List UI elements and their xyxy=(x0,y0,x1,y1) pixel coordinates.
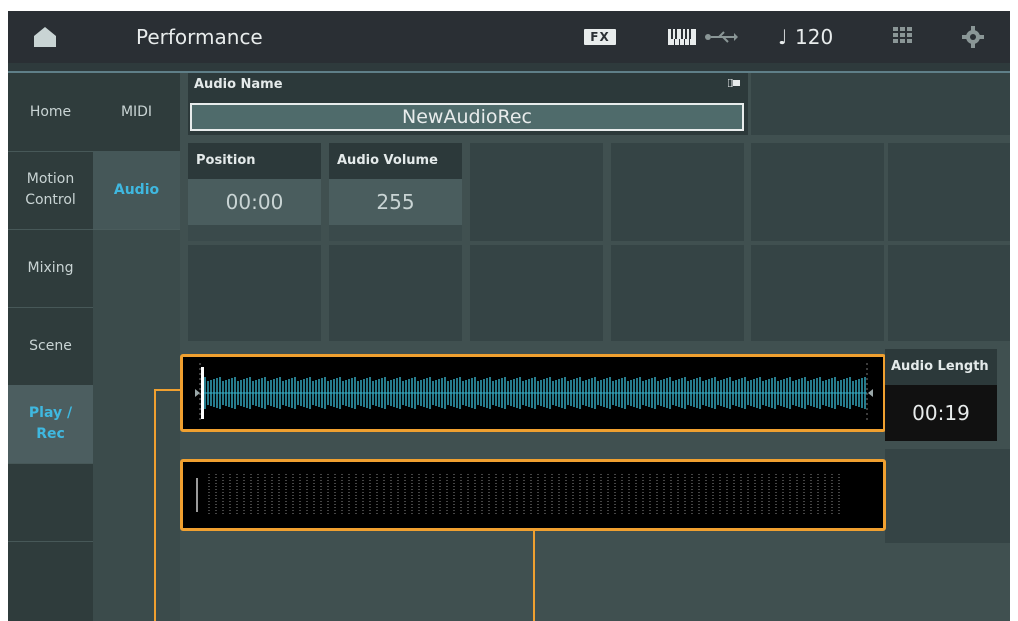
audio-volume-label: Audio Volume xyxy=(329,143,462,179)
nav-item-empty-2 xyxy=(8,541,93,621)
callout-line xyxy=(533,529,535,621)
nav-label: Play / Rec xyxy=(28,405,73,442)
waveform-overview xyxy=(196,474,840,516)
sub-nav: MIDI Audio xyxy=(93,73,180,621)
nav-item-home[interactable]: Home xyxy=(8,73,93,152)
home-icon[interactable] xyxy=(32,25,58,49)
audio-volume-param[interactable]: Audio Volume 255 xyxy=(329,143,462,241)
tempo-value[interactable]: 120 xyxy=(795,25,833,49)
audio-length-param: Audio Length 00:19 xyxy=(885,349,997,441)
subnav-item-midi[interactable]: MIDI xyxy=(93,73,180,152)
empty-cell xyxy=(888,143,1010,241)
usb-icon xyxy=(705,31,738,43)
nav-label: Mixing xyxy=(27,259,74,276)
callout-line xyxy=(156,389,182,391)
position-label: Position xyxy=(188,143,321,179)
position-value[interactable]: 00:00 xyxy=(188,179,321,225)
end-marker-icon xyxy=(868,389,873,397)
synth-screen: Performance FX ♩ 120 Home Motion Control… xyxy=(8,11,1010,621)
page-title: Performance xyxy=(136,25,263,49)
start-marker-icon xyxy=(195,389,200,397)
audio-name-field[interactable]: NewAudioRec xyxy=(190,103,744,131)
subnav-label: Audio xyxy=(113,182,160,198)
nav-item-play-rec[interactable]: Play / Rec xyxy=(8,385,93,464)
note-icon: ♩ xyxy=(778,25,788,49)
empty-cell xyxy=(188,245,321,341)
callout-line xyxy=(154,389,156,621)
empty-cell xyxy=(888,245,1010,341)
text-edit-icon xyxy=(728,79,740,87)
audio-volume-value[interactable]: 255 xyxy=(329,179,462,225)
grid-icon[interactable] xyxy=(893,27,913,47)
empty-cell xyxy=(470,245,603,341)
empty-cell xyxy=(611,143,744,241)
audio-overview-display[interactable] xyxy=(180,459,886,531)
subnav-label: MIDI xyxy=(120,104,153,120)
audio-name-panel: Audio Name NewAudioRec xyxy=(188,73,748,135)
empty-cell xyxy=(611,245,744,341)
gear-icon[interactable] xyxy=(962,26,984,48)
subnav-item-audio[interactable]: Audio xyxy=(93,151,180,230)
position-param[interactable]: Position 00:00 xyxy=(188,143,321,241)
nav-item-motion-control[interactable]: Motion Control xyxy=(8,151,93,230)
keyboard-icon[interactable] xyxy=(668,29,696,45)
empty-cell xyxy=(470,143,603,241)
nav-label: Scene xyxy=(29,337,72,354)
nav-label: Motion Control xyxy=(25,171,76,208)
left-nav: Home Motion Control Mixing Scene Play / … xyxy=(8,73,93,621)
nav-item-empty-1 xyxy=(8,463,93,542)
empty-cell xyxy=(885,449,1010,543)
audio-length-label: Audio Length xyxy=(885,349,997,385)
nav-item-mixing[interactable]: Mixing xyxy=(8,229,93,308)
waveform xyxy=(195,363,873,423)
empty-cell xyxy=(751,143,884,241)
top-bar-divider xyxy=(8,63,1010,73)
nav-item-scene[interactable]: Scene xyxy=(8,307,93,386)
empty-cell xyxy=(751,245,884,341)
nav-label: Home xyxy=(29,103,72,120)
audio-waveform-display[interactable] xyxy=(180,354,886,432)
top-bar: Performance FX ♩ 120 xyxy=(8,11,1010,63)
fx-icon[interactable]: FX xyxy=(584,29,616,45)
playhead-marker xyxy=(201,367,204,419)
audio-length-value: 00:19 xyxy=(885,385,997,441)
audio-name-label: Audio Name xyxy=(194,77,283,92)
empty-cell xyxy=(329,245,462,341)
empty-cell xyxy=(751,73,1010,135)
